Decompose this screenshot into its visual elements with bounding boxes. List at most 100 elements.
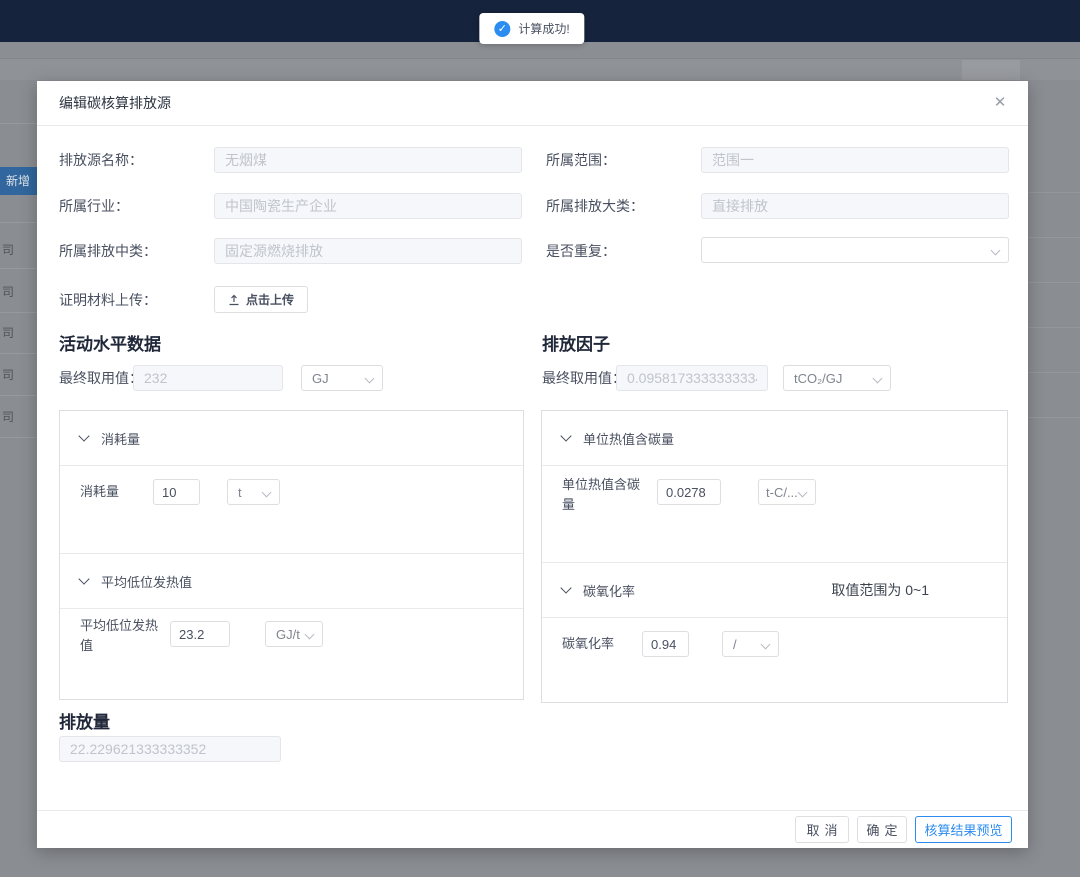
- table-row-divider: [0, 312, 37, 313]
- screen: 新增 司 司 司 司 司 ✓ 计算成功! 编辑碳核算排放源 ✕ 排放源名称： 所…: [0, 0, 1080, 877]
- confirm-button-label: 确定: [866, 820, 902, 839]
- source-name-input[interactable]: [214, 147, 522, 173]
- result-preview-button-label: 核算结果预览: [924, 820, 1002, 839]
- field-label-middle-category: 所属排放中类：: [59, 238, 157, 264]
- close-icon[interactable]: ✕: [988, 81, 1012, 125]
- calorific-panel-header[interactable]: 平均低位发热值: [60, 553, 523, 609]
- factor-unit-select[interactable]: tCO₂/GJ: [783, 365, 891, 391]
- table-row-divider: [1028, 327, 1080, 328]
- activity-unit-select[interactable]: GJ: [301, 365, 383, 391]
- table-cell-text: 司: [2, 368, 22, 382]
- table-row-divider: [0, 222, 37, 223]
- table-row-divider: [0, 353, 37, 354]
- background-control: [962, 60, 1020, 80]
- factor-final-label: 最终取用值：: [542, 365, 626, 391]
- consumption-unit-select[interactable]: t: [227, 479, 280, 505]
- chevron-down-icon: [305, 630, 315, 640]
- edit-emission-source-dialog: 编辑碳核算排放源 ✕ 排放源名称： 所属范围： 所属行业： 所属排放大类： 所属…: [37, 81, 1028, 848]
- activity-unit-value: GJ: [312, 371, 329, 386]
- success-toast: ✓ 计算成功!: [479, 13, 584, 44]
- field-label-major-category: 所属排放大类：: [546, 193, 644, 219]
- calorific-row-label: 平均低位发热值: [80, 616, 160, 656]
- chevron-down-icon: [798, 488, 808, 498]
- oxidation-row-label: 碳氧化率: [562, 631, 614, 657]
- activity-final-value-input[interactable]: [133, 365, 283, 391]
- consumption-row-label: 消耗量: [80, 479, 119, 505]
- major-category-input[interactable]: [701, 193, 1009, 219]
- oxidation-unit-value: /: [733, 637, 737, 652]
- duplicate-select[interactable]: [701, 237, 1009, 263]
- emission-amount-heading: 排放量: [59, 708, 110, 733]
- carbon-content-panel-title: 单位热值含碳量: [583, 429, 674, 448]
- factor-collapse-group: 单位热值含碳量 单位热值含碳量 t-C/... 碳氧化率 取值范围为 0~1 碳…: [541, 410, 1008, 703]
- field-label-duplicate: 是否重复：: [546, 238, 616, 264]
- calorific-unit-value: GJ/t: [276, 627, 300, 642]
- field-label-scope: 所属范围：: [546, 147, 616, 173]
- table-row-divider: [0, 268, 37, 269]
- activity-collapse-group: 消耗量 消耗量 t 平均低位发热值 平均低位发热值 GJ/t: [59, 410, 524, 700]
- consumption-panel-title: 消耗量: [101, 429, 140, 448]
- carbon-content-unit-select[interactable]: t-C/...: [758, 479, 816, 505]
- oxidation-unit-select[interactable]: /: [722, 631, 779, 657]
- factor-final-value-input[interactable]: [616, 365, 768, 391]
- emission-amount-input[interactable]: [59, 736, 281, 762]
- middle-category-input[interactable]: [214, 238, 522, 264]
- oxidation-input[interactable]: [642, 631, 689, 657]
- field-label-upload: 证明材料上传：: [59, 287, 157, 313]
- cancel-button-label: 取消: [806, 820, 842, 839]
- activity-final-label: 最终取用值：: [59, 365, 143, 391]
- collapse-arrow-icon: [560, 582, 571, 593]
- chevron-down-icon: [262, 488, 272, 498]
- consumption-unit-value: t: [238, 485, 242, 500]
- dialog-footer: 取消 确定 核算结果预览: [37, 810, 1028, 848]
- confirm-button[interactable]: 确定: [857, 816, 907, 843]
- upload-button[interactable]: 点击上传: [214, 286, 308, 313]
- activity-data-heading: 活动水平数据: [59, 330, 161, 355]
- carbon-content-panel-header[interactable]: 单位热值含碳量: [542, 411, 1007, 466]
- chevron-down-icon: [761, 640, 771, 650]
- oxidation-panel-header[interactable]: 碳氧化率 取值范围为 0~1: [542, 562, 1007, 618]
- table-row-divider: [1028, 282, 1080, 283]
- cancel-button[interactable]: 取消: [795, 816, 849, 843]
- upload-icon: [228, 294, 240, 306]
- scope-input[interactable]: [701, 147, 1009, 173]
- table-cell-text: 司: [2, 243, 22, 257]
- oxidation-panel-title: 碳氧化率: [583, 581, 635, 600]
- chevron-down-icon: [873, 374, 883, 384]
- table-row-divider: [1028, 192, 1080, 193]
- toast-message: 计算成功!: [518, 20, 569, 37]
- table-cell-text: 司: [2, 326, 22, 340]
- add-button[interactable]: 新增: [0, 167, 40, 195]
- table-row-divider: [0, 123, 37, 124]
- consumption-panel-header[interactable]: 消耗量: [60, 411, 523, 466]
- field-label-source-name: 排放源名称：: [59, 147, 143, 173]
- field-label-industry: 所属行业：: [59, 193, 129, 219]
- result-preview-button[interactable]: 核算结果预览: [915, 816, 1012, 843]
- table-cell-text: 司: [2, 410, 22, 424]
- consumption-input[interactable]: [153, 479, 200, 505]
- calorific-panel-title: 平均低位发热值: [101, 572, 192, 591]
- calorific-input[interactable]: [170, 621, 230, 647]
- upload-button-label: 点击上传: [246, 291, 294, 308]
- carbon-content-row-label: 单位热值含碳量: [562, 475, 642, 515]
- dialog-header: 编辑碳核算排放源 ✕: [37, 81, 1028, 126]
- carbon-content-input[interactable]: [657, 479, 721, 505]
- table-row-divider: [0, 395, 37, 396]
- factor-unit-value: tCO₂/GJ: [794, 371, 842, 386]
- table-row-divider: [1028, 237, 1080, 238]
- chevron-down-icon: [365, 374, 375, 384]
- table-cell-text: 司: [2, 285, 22, 299]
- emission-factor-heading: 排放因子: [542, 330, 610, 355]
- oxidation-range-hint: 取值范围为 0~1: [831, 563, 929, 617]
- collapse-arrow-icon: [560, 430, 571, 441]
- dialog-title: 编辑碳核算排放源: [59, 81, 171, 125]
- table-row-divider: [1028, 372, 1080, 373]
- page-band: [0, 42, 1080, 59]
- table-row-divider: [1028, 417, 1080, 418]
- industry-input[interactable]: [214, 193, 522, 219]
- carbon-content-unit-value: t-C/...: [766, 485, 798, 500]
- calorific-unit-select[interactable]: GJ/t: [265, 621, 323, 647]
- collapse-arrow-icon: [78, 430, 89, 441]
- chevron-down-icon: [991, 246, 1001, 256]
- collapse-arrow-icon: [78, 573, 89, 584]
